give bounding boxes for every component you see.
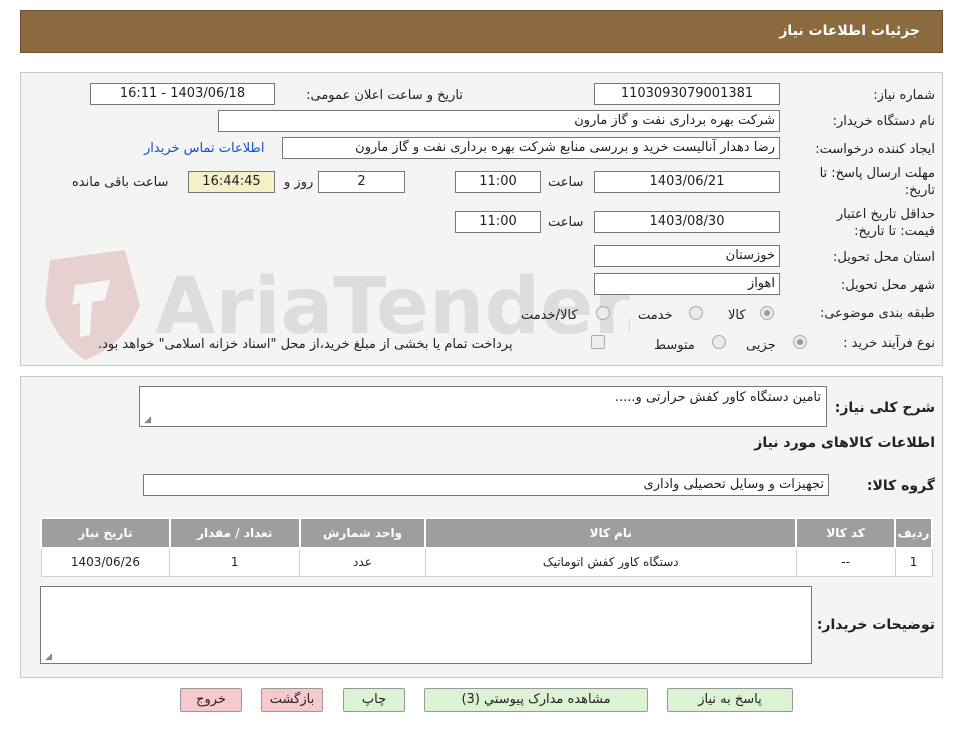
reply-deadline-time-field: 11:00 xyxy=(455,171,541,193)
resize-grip-icon[interactable]: ◢ xyxy=(42,652,52,662)
col-goods-code: کد کالا xyxy=(795,517,897,549)
remaining-time-label: ساعت باقی مانده xyxy=(72,175,169,190)
announce-datetime-field: 1403/06/18 - 16:11 xyxy=(90,83,275,105)
cell-goods-code: -- xyxy=(795,547,896,577)
goods-table: ردیف کد کالا نام کالا واحد شمارش تعداد /… xyxy=(40,517,933,577)
print-button[interactable]: چاپ xyxy=(343,688,405,712)
goods-group-field: تجهیزات و وسایل تحصیلی واداری xyxy=(143,474,829,496)
reply-deadline-label-line1: مهلت ارسال پاسخ: تا xyxy=(819,166,935,181)
treasury-payment-note: پرداخت تمام یا بخشی از مبلغ خرید،از محل … xyxy=(98,337,513,352)
buyer-notes-textarea[interactable]: ◢ xyxy=(40,586,812,664)
buyer-contact-link[interactable]: اطلاعات تماس خریدار xyxy=(144,141,264,156)
remaining-time-countdown: 16:44:45 xyxy=(188,171,275,193)
reply-deadline-time-label: ساعت xyxy=(548,175,584,190)
table-row: 1 -- دستگاه کاور کفش اتوماتیک عدد 1 1403… xyxy=(40,547,933,577)
exit-button[interactable]: خروج xyxy=(180,688,242,712)
goods-group-label: گروه کالا: xyxy=(866,478,935,494)
buyer-org-label: نام دستگاه خریدار: xyxy=(832,114,935,129)
need-summary-label: شرح کلی نیاز: xyxy=(834,400,935,416)
remaining-days-field: 2 xyxy=(318,171,405,193)
col-unit: واحد شمارش xyxy=(298,517,427,549)
process-radio-medium[interactable] xyxy=(712,335,726,349)
need-number-label: شماره نیاز: xyxy=(873,88,935,103)
category-radio-goods[interactable] xyxy=(760,306,774,320)
col-goods-name: نام کالا xyxy=(424,517,798,549)
price-validity-label-line1: حداقل تاریخ اعتبار xyxy=(836,207,935,222)
category-option-goods: کالا xyxy=(728,308,746,323)
goods-table-header: ردیف کد کالا نام کالا واحد شمارش تعداد /… xyxy=(40,517,933,549)
category-option-goods-service: کالا/خدمت xyxy=(521,308,578,323)
requester-label: ایجاد کننده درخواست: xyxy=(815,142,935,157)
city-field: اهواز xyxy=(594,273,780,295)
remaining-days-label: روز و xyxy=(284,175,314,190)
reply-deadline-date-field: 1403/06/21 xyxy=(594,171,780,193)
announce-datetime-label: تاریخ و ساعت اعلان عمومی: xyxy=(306,88,463,103)
province-label: استان محل تحویل: xyxy=(833,250,935,265)
col-quantity: تعداد / مقدار xyxy=(168,517,301,549)
treasury-payment-checkbox[interactable] xyxy=(591,335,605,349)
reply-deadline-label-line2: تاریخ: xyxy=(904,183,935,198)
view-attachments-button[interactable]: مشاهده مدارک پیوستي (3) xyxy=(424,688,648,712)
category-option-service: خدمت xyxy=(638,308,673,323)
province-field: خوزستان xyxy=(594,245,780,267)
process-option-minor: جزیی xyxy=(746,338,776,353)
col-need-date: تاریخ نیاز xyxy=(40,517,171,549)
need-summary-textarea[interactable]: تامین دستگاه کاور کفش حرارتی و..... ◢ xyxy=(139,386,827,427)
cell-unit: عدد xyxy=(299,547,426,577)
category-label: طبقه بندی موضوعی: xyxy=(819,306,935,321)
resize-grip-icon[interactable]: ◢ xyxy=(141,415,151,425)
cell-row-number: 1 xyxy=(894,547,933,577)
need-summary-text: تامین دستگاه کاور کفش حرارتی و..... xyxy=(614,390,821,405)
process-option-medium: متوسط xyxy=(654,338,695,353)
buyer-notes-label: توضیحات خریدار: xyxy=(816,617,935,633)
buyer-org-field: شرکت بهره برداری نفت و گاز مارون xyxy=(218,110,780,132)
price-validity-time-label: ساعت xyxy=(548,215,584,230)
need-number-field: 1103093079001381 xyxy=(594,83,780,105)
col-row-number: ردیف xyxy=(894,517,933,549)
goods-info-title: اطلاعات کالاهای مورد نیاز xyxy=(754,435,935,451)
reply-to-need-button[interactable]: پاسخ به نیاز xyxy=(667,688,793,712)
city-label: شهر محل تحویل: xyxy=(840,278,935,293)
price-validity-date-field: 1403/08/30 xyxy=(594,211,780,233)
back-button[interactable]: بازگشت xyxy=(261,688,323,712)
process-label: نوع فرآیند خرید : xyxy=(843,336,935,351)
cell-goods-name: دستگاه کاور کفش اتوماتیک xyxy=(424,547,797,577)
category-radio-service[interactable] xyxy=(689,306,703,320)
category-radio-goods-service[interactable] xyxy=(596,306,610,320)
price-validity-time-field: 11:00 xyxy=(455,211,541,233)
cell-quantity: 1 xyxy=(169,547,301,577)
price-validity-label-line2: قیمت: تا تاریخ: xyxy=(854,224,935,239)
cell-need-date: 1403/06/26 xyxy=(40,547,171,577)
page-header: جزئیات اطلاعات نیاز xyxy=(20,10,943,53)
process-radio-minor[interactable] xyxy=(793,335,807,349)
requester-field: رضا دهدار آنالیست خرید و بررسی منابع شرک… xyxy=(282,137,780,159)
page-title: جزئیات اطلاعات نیاز xyxy=(779,23,920,39)
